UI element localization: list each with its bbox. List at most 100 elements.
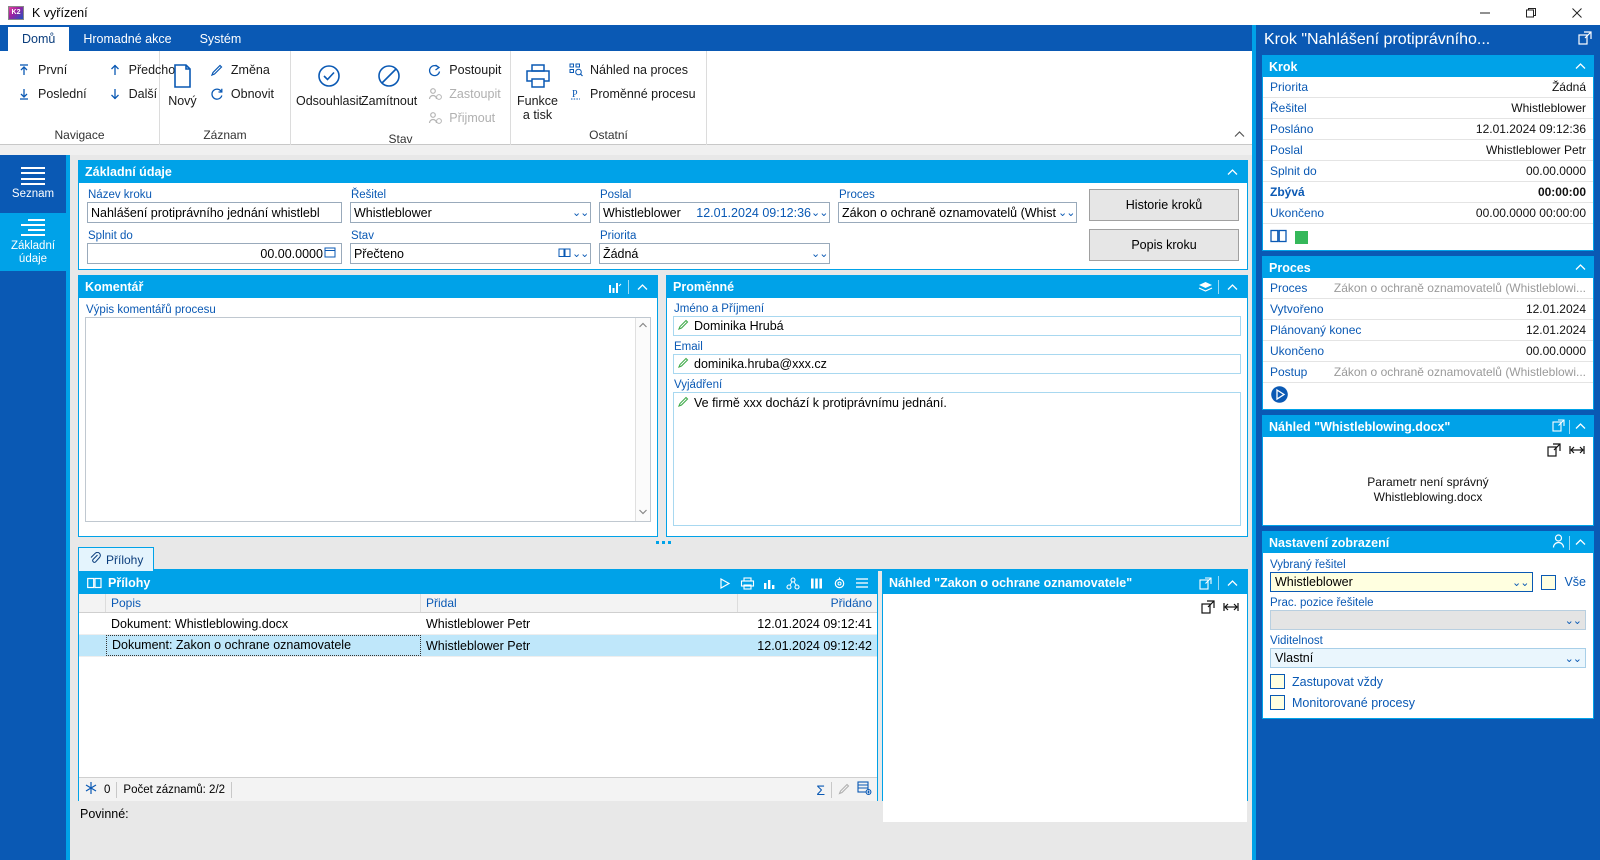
fit-width-icon[interactable] — [1569, 443, 1585, 460]
komentar-scrollbar[interactable] — [635, 318, 650, 521]
sigma-icon[interactable]: Σ — [816, 782, 825, 798]
chevron-up-icon[interactable] — [1223, 278, 1241, 296]
ribbon-button-nahled-na-proces[interactable]: Náhled na proces — [564, 59, 700, 81]
panel-body[interactable] — [883, 594, 1247, 822]
tab-hromadne-akce[interactable]: Hromadné akce — [69, 27, 185, 51]
scroll-down-icon[interactable] — [638, 507, 648, 518]
sidebar-item-zakladni-udaje[interactable]: Základní údaje — [0, 213, 66, 271]
chevron-up-icon[interactable] — [1574, 536, 1587, 550]
email-input[interactable]: dominika.hruba@xxx.cz — [673, 354, 1241, 374]
play-icon[interactable] — [715, 574, 733, 592]
chevron-down-icon[interactable]: ⌄⌄ — [572, 206, 589, 219]
ribbon-button-prvni[interactable]: První — [12, 59, 91, 81]
jmeno-prijmeni-input[interactable]: Dominika Hrubá — [673, 316, 1241, 336]
popis-kroku-button[interactable]: Popis kroku — [1089, 229, 1239, 261]
popout-icon[interactable] — [1547, 443, 1561, 460]
chevron-down-icon[interactable]: ⌄⌄ — [572, 247, 589, 260]
panel-header: Základní údaje — [79, 161, 1247, 183]
new-document-icon — [166, 60, 198, 92]
columns-icon[interactable] — [807, 574, 825, 592]
tab-domu[interactable]: Domů — [8, 27, 70, 51]
share-icon[interactable] — [784, 574, 802, 592]
splnit-do-input[interactable]: 00.00.0000 — [87, 243, 342, 264]
table-row[interactable]: Dokument: Zakon o ochrane oznamovatele W… — [79, 635, 877, 657]
table-row[interactable]: Dokument: Whistleblowing.docx Whistleblo… — [79, 613, 877, 635]
popout-icon[interactable] — [1578, 30, 1592, 50]
stav-input[interactable]: Přečteno ⌄⌄ — [349, 243, 591, 264]
print-icon[interactable] — [738, 574, 756, 592]
fit-width-icon[interactable] — [1223, 600, 1239, 617]
maximize-button[interactable] — [1508, 0, 1554, 25]
user-icon[interactable] — [1552, 534, 1565, 551]
ribbon-label: Obnovit — [230, 87, 274, 101]
layers-icon[interactable] — [1196, 278, 1214, 296]
chevron-up-icon[interactable] — [633, 278, 651, 296]
export-rows-icon[interactable] — [857, 781, 872, 798]
vybrany-resitel-input[interactable]: Whistleblower ⌄⌄ — [1270, 572, 1534, 592]
settings-icon[interactable] — [830, 574, 848, 592]
resitel-input[interactable]: Whistleblower ⌄⌄ — [349, 202, 591, 223]
viditelnost-input[interactable]: Vlastní ⌄⌄ — [1270, 648, 1586, 668]
ribbon-button-novy[interactable]: Nový — [166, 56, 199, 108]
book-icon[interactable] — [557, 247, 572, 261]
ribbon-button-postoupit[interactable]: Postoupit — [423, 59, 505, 81]
ribbon-button-zmena[interactable]: Změna — [205, 59, 278, 81]
chevron-down-icon[interactable]: ⌄⌄ — [811, 247, 828, 260]
ribbon-group-navigace: První Poslední Předchozí Další Navigace — [0, 51, 185, 145]
minimize-button[interactable] — [1462, 0, 1508, 25]
info-row: Zbývá 00:00:00 — [1263, 182, 1593, 203]
priorita-input[interactable]: Žádná ⌄⌄ — [598, 243, 830, 264]
zastupovat-vzdy-checkbox[interactable] — [1270, 674, 1285, 689]
vse-checkbox[interactable] — [1541, 574, 1557, 590]
row-value: Whistleblower — [1511, 101, 1586, 115]
chevron-up-icon[interactable] — [1574, 261, 1587, 275]
zastupovat-vzdy-row[interactable]: Zastupovat vždy — [1270, 674, 1586, 689]
svg-text:P: P — [572, 89, 578, 100]
ribbon-button-zamitnout[interactable]: Zamítnout — [361, 56, 417, 108]
poslal-input[interactable]: Whistleblower 12.01.2024 09:12:36 ⌄⌄ — [598, 202, 830, 223]
play-circle-icon[interactable] — [1270, 385, 1289, 407]
ribbon-button-odsouhlasit[interactable]: Odsouhlasit — [296, 56, 362, 108]
scroll-up-icon[interactable] — [638, 321, 648, 332]
chevron-down-icon[interactable]: ⌄⌄ — [811, 206, 828, 219]
menu-icon[interactable] — [853, 574, 871, 592]
popout-icon[interactable] — [1196, 574, 1214, 592]
monitorovane-procesy-checkbox[interactable] — [1270, 695, 1285, 710]
ribbon-button-posledni[interactable]: Poslední — [12, 83, 91, 105]
ribbon-collapse-button[interactable] — [1233, 128, 1246, 142]
chevron-down-icon[interactable]: ⌄⌄ — [1565, 652, 1582, 665]
chevron-up-icon[interactable] — [1223, 163, 1241, 181]
chevron-up-icon[interactable] — [1574, 60, 1587, 74]
sidebar-item-seznam[interactable]: Seznam — [0, 155, 66, 213]
proces-input[interactable]: Zákon o ochraně oznamovatelů (Whist ⌄⌄ — [837, 202, 1077, 223]
ribbon-button-obnovit[interactable]: Obnovit — [205, 83, 278, 105]
splitter-handle[interactable] — [78, 539, 1248, 545]
prac-pozice-input[interactable]: ⌄⌄ — [1270, 610, 1586, 630]
column-header-pridano[interactable]: Přidáno — [738, 594, 877, 612]
book-open-icon[interactable] — [1270, 229, 1287, 246]
chart-bars-icon[interactable] — [606, 278, 624, 296]
komentar-textarea[interactable] — [85, 317, 651, 522]
chevron-down-icon[interactable]: ⌄⌄ — [1565, 614, 1582, 627]
historie-kroku-button[interactable]: Historie kroků — [1089, 189, 1239, 221]
calendar-icon[interactable] — [323, 246, 338, 261]
column-header-popis[interactable]: Popis — [106, 594, 421, 612]
chart-icon[interactable] — [761, 574, 779, 592]
popout-icon[interactable] — [1552, 418, 1565, 435]
ribbon-button-funkce-a-tisk[interactable]: Funkce a tisk — [517, 56, 558, 122]
preview-body[interactable]: Parametr není správný Whistleblowing.doc… — [1263, 437, 1593, 525]
chevron-up-icon[interactable] — [1223, 574, 1241, 592]
vyjadreni-input[interactable]: Ve firmě xxx dochází k protiprávnímu jed… — [673, 392, 1241, 526]
nazev-kroku-input[interactable]: Nahlášení protiprávního jednání whistleb… — [87, 202, 342, 223]
chevron-down-icon[interactable]: ⌄⌄ — [1058, 206, 1075, 219]
column-header-pridal[interactable]: Přidal — [421, 594, 738, 612]
monitorovane-procesy-row[interactable]: Monitorované procesy — [1270, 695, 1586, 710]
chevron-up-icon[interactable] — [1574, 420, 1587, 434]
popout-icon[interactable] — [1201, 600, 1215, 617]
tab-prilohy[interactable]: Přílohy — [78, 547, 155, 571]
filter-icon[interactable] — [84, 781, 98, 798]
close-button[interactable] — [1554, 0, 1600, 25]
chevron-down-icon[interactable]: ⌄⌄ — [1512, 576, 1529, 589]
tab-system[interactable]: Systém — [186, 27, 256, 51]
ribbon-button-promenne-procesu[interactable]: P Proměnné procesu — [564, 83, 700, 105]
